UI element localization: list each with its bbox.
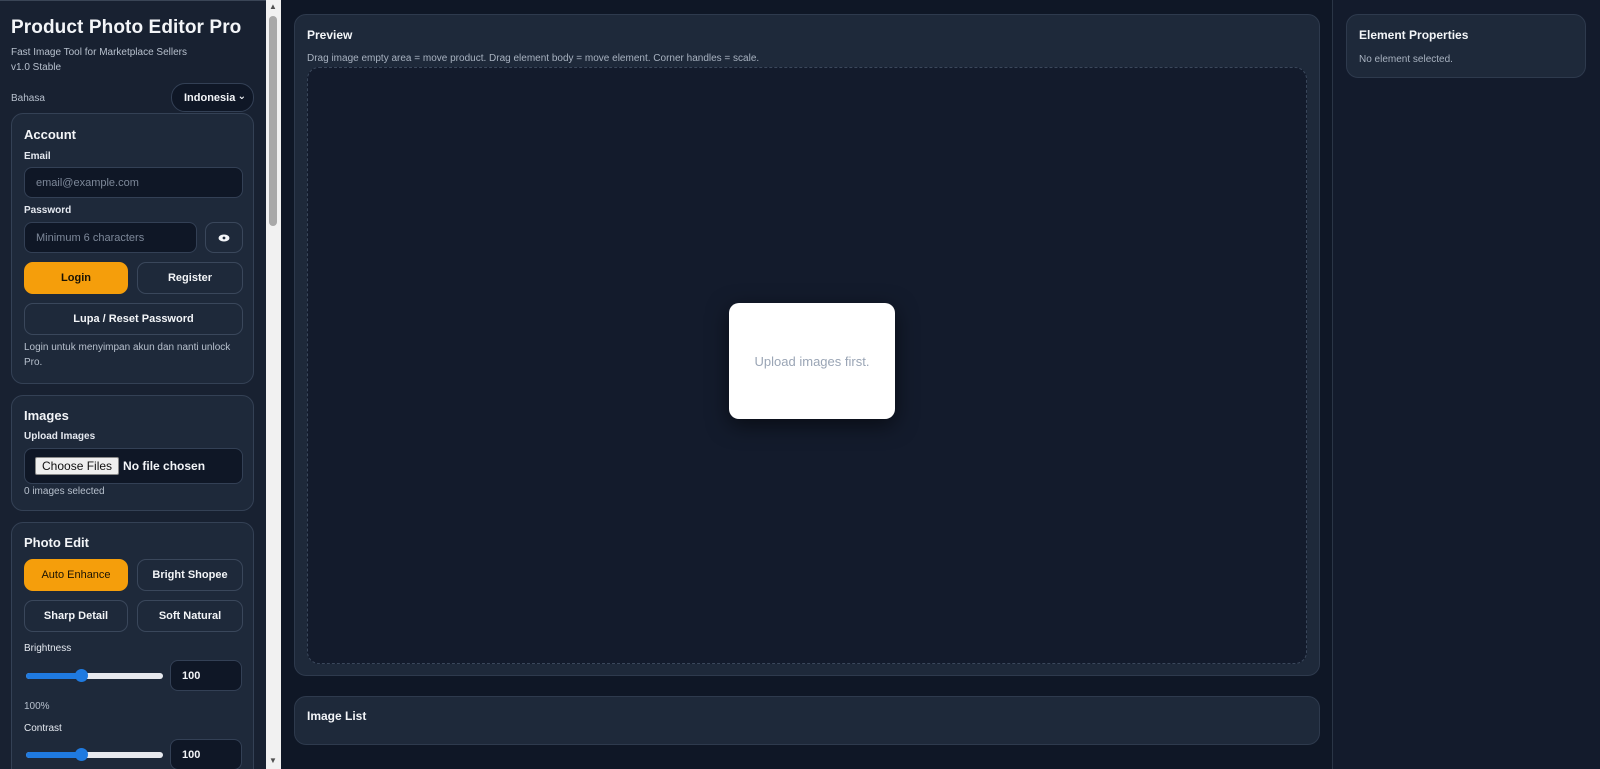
scroll-down-icon[interactable]: ▼ bbox=[269, 756, 277, 765]
scroll-up-icon[interactable]: ▲ bbox=[269, 2, 277, 11]
photo-edit-card: Photo Edit Auto Enhance Bright Shopee Sh… bbox=[11, 522, 254, 769]
account-title: Account bbox=[24, 127, 76, 142]
chevron-down-icon: ⌄ bbox=[237, 91, 246, 102]
password-placeholder: Minimum 6 characters bbox=[36, 231, 145, 244]
scrollbar-thumb[interactable] bbox=[269, 16, 277, 226]
password-label: Password bbox=[24, 205, 72, 216]
app-version: v1.0 Stable bbox=[11, 62, 62, 73]
language-selected-value: Indonesia bbox=[184, 91, 236, 104]
contrast-slider-thumb[interactable] bbox=[74, 748, 88, 761]
preset-sharp-detail-button[interactable]: Sharp Detail bbox=[24, 600, 128, 632]
preview-title: Preview bbox=[307, 28, 353, 42]
preset-auto-enhance-button[interactable]: Auto Enhance bbox=[24, 559, 128, 591]
language-select[interactable]: Indonesia ⌄ bbox=[171, 83, 254, 112]
password-field[interactable]: Minimum 6 characters bbox=[24, 222, 197, 253]
images-count: 0 images selected bbox=[24, 486, 105, 497]
preview-hint: Drag image empty area = move product. Dr… bbox=[307, 53, 760, 64]
toggle-password-button[interactable] bbox=[205, 222, 243, 253]
login-button[interactable]: Login bbox=[24, 262, 128, 294]
brightness-percent: 100% bbox=[24, 701, 50, 712]
brightness-slider-fill bbox=[26, 673, 81, 679]
app-title: Product Photo Editor Pro bbox=[11, 17, 242, 38]
app-subtitle: Fast Image Tool for Marketplace Sellers bbox=[11, 47, 188, 58]
element-properties-title: Element Properties bbox=[1359, 28, 1469, 42]
language-label: Bahasa bbox=[11, 93, 45, 104]
file-upload-input[interactable]: Choose Files No file chosen bbox=[24, 448, 243, 484]
photo-edit-title: Photo Edit bbox=[24, 535, 89, 550]
images-title: Images bbox=[24, 408, 69, 423]
element-properties-panel: Element Properties No element selected. bbox=[1346, 14, 1586, 78]
file-status: No file chosen bbox=[123, 459, 206, 473]
email-label: Email bbox=[24, 151, 51, 162]
preview-canvas[interactable]: Upload images first. bbox=[307, 67, 1307, 664]
element-properties-empty: No element selected. bbox=[1359, 54, 1453, 65]
preset-bright-shopee-button[interactable]: Bright Shopee bbox=[137, 559, 243, 591]
preview-panel: Preview Drag image empty area = move pro… bbox=[294, 14, 1320, 676]
eye-icon bbox=[218, 234, 230, 241]
upload-images-label: Upload Images bbox=[24, 431, 96, 442]
email-placeholder: email@example.com bbox=[36, 176, 139, 189]
preset-soft-natural-button[interactable]: Soft Natural bbox=[137, 600, 243, 632]
contrast-input[interactable]: 100 bbox=[170, 739, 242, 769]
brightness-input[interactable]: 100 bbox=[170, 660, 242, 691]
brightness-slider[interactable] bbox=[26, 669, 163, 682]
contrast-label: Contrast bbox=[24, 723, 62, 734]
image-list-panel: Image List bbox=[294, 696, 1320, 745]
contrast-slider-fill bbox=[26, 752, 81, 758]
brightness-slider-thumb[interactable] bbox=[74, 669, 88, 682]
contrast-slider[interactable] bbox=[26, 748, 163, 761]
reset-password-button[interactable]: Lupa / Reset Password bbox=[24, 303, 243, 335]
properties-column: Element Properties No element selected. bbox=[1333, 0, 1600, 769]
image-list-title: Image List bbox=[307, 709, 367, 723]
upload-placeholder: Upload images first. bbox=[729, 303, 895, 419]
account-note: Login untuk menyimpan akun dan nanti unl… bbox=[24, 342, 231, 368]
sidebar-scrollbar[interactable]: ▲ ▼ bbox=[266, 0, 281, 769]
choose-files-button[interactable]: Choose Files bbox=[35, 457, 120, 475]
sidebar: Product Photo Editor Pro Fast Image Tool… bbox=[0, 0, 266, 769]
images-card: Images Upload Images Choose Files No fil… bbox=[11, 395, 254, 511]
account-card: Account Email email@example.com Password… bbox=[11, 113, 254, 384]
register-button[interactable]: Register bbox=[137, 262, 243, 294]
brightness-label: Brightness bbox=[24, 643, 72, 654]
email-field[interactable]: email@example.com bbox=[24, 167, 243, 198]
